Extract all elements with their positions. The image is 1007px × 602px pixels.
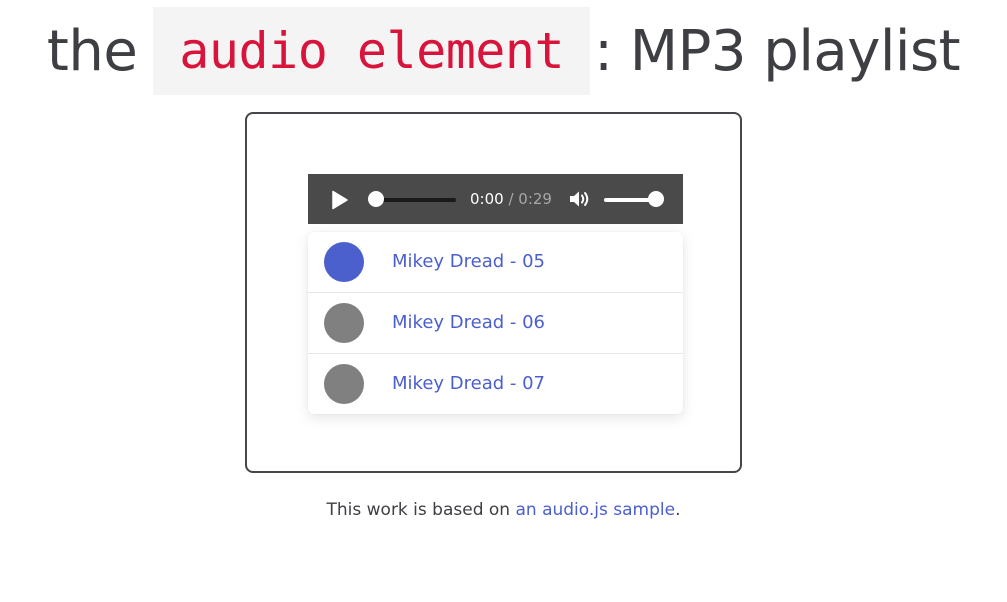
volume-icon[interactable] (569, 189, 591, 209)
time-display: 0:00 / 0:29 (470, 190, 552, 208)
credit-period: . (675, 500, 681, 520)
playlist-item[interactable]: Mikey Dread - 05 (308, 232, 683, 293)
seek-bar[interactable] (374, 198, 456, 202)
track-indicator-icon (324, 242, 364, 282)
duration: 0:29 (518, 190, 552, 208)
playlist: Mikey Dread - 05 Mikey Dread - 06 Mikey … (308, 232, 683, 414)
page-title: the audio element : MP3 playlist (0, 6, 1007, 96)
play-icon[interactable] (330, 190, 350, 210)
seek-handle[interactable] (368, 191, 384, 207)
credit-link[interactable]: an audio.js sample (515, 500, 675, 520)
title-prefix: the (46, 18, 138, 84)
volume-handle[interactable] (648, 191, 664, 207)
audio-player: 0:00 / 0:29 (308, 174, 683, 224)
playlist-item[interactable]: Mikey Dread - 07 (308, 354, 683, 414)
title-suffix: : MP3 playlist (594, 18, 961, 84)
title-code: audio element (153, 7, 591, 95)
track-indicator-icon (324, 364, 364, 404)
track-title[interactable]: Mikey Dread - 05 (392, 251, 545, 273)
playlist-item[interactable]: Mikey Dread - 06 (308, 293, 683, 354)
credit-line: This work is based on an audio.js sample… (0, 499, 1007, 521)
track-title[interactable]: Mikey Dread - 07 (392, 373, 545, 395)
current-time: 0:00 (470, 190, 504, 208)
track-indicator-icon (324, 303, 364, 343)
track-title[interactable]: Mikey Dread - 06 (392, 312, 545, 334)
credit-text: This work is based on (326, 500, 516, 520)
time-separator: / (503, 190, 519, 208)
